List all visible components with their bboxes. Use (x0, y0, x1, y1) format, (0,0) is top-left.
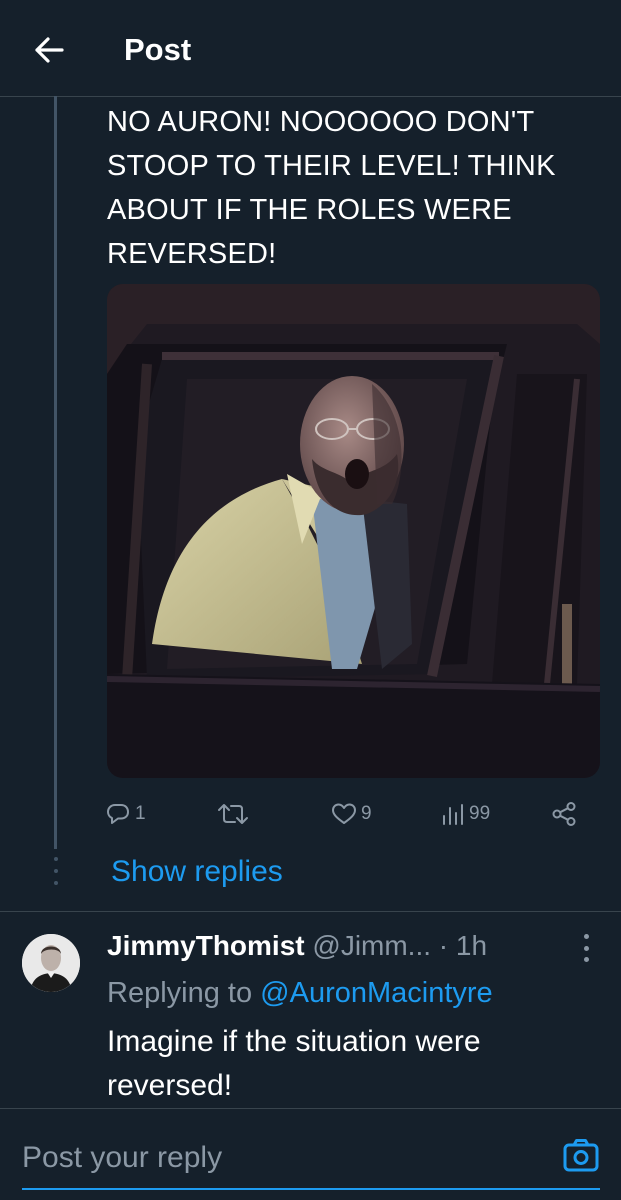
views-button[interactable]: 99 (441, 796, 490, 832)
avatar-photo (22, 934, 80, 992)
reply-icon (107, 804, 129, 824)
reply-button[interactable]: 1 (105, 796, 146, 832)
share-button[interactable] (551, 796, 577, 832)
reply-handle-time: @Jimm... · 1h (312, 930, 488, 961)
replying-to-mention[interactable]: @AuronMacintyre (260, 977, 493, 1009)
camera-icon (563, 1139, 599, 1172)
like-button[interactable]: 9 (331, 796, 372, 832)
heart-icon (332, 803, 356, 824)
post-detail-screen: Post NO AURON! NOOOOOO DON'T STOOP TO TH… (0, 0, 621, 1200)
replying-to-line: Replying to @AuronMacintyre (107, 974, 493, 1012)
more-options-icon[interactable] (578, 934, 594, 962)
reply-input[interactable] (22, 1136, 522, 1180)
divider (0, 911, 621, 912)
reply-author-line: JimmyThomist @Jimm... · 1h (107, 928, 487, 964)
avatar[interactable] (22, 934, 80, 992)
top-bar: Post (0, 0, 621, 97)
reply-author-name[interactable]: JimmyThomist (107, 930, 305, 961)
tweet-action-bar: 1 9 99 (105, 796, 585, 832)
reply-text: Imagine if the situation were reversed! (107, 1025, 481, 1102)
tweet-media-image[interactable] (107, 284, 600, 778)
share-icon (552, 802, 576, 826)
view-count: 99 (469, 803, 491, 824)
page-title: Post (124, 32, 192, 67)
tweet-text: NO AURON! NOOOOOO DON'T STOOP TO THEIR L… (107, 106, 556, 270)
camera-button[interactable] (562, 1138, 600, 1174)
show-replies-link[interactable]: Show replies (111, 852, 283, 892)
reply-count: 1 (135, 803, 146, 824)
media-photo (107, 284, 600, 778)
replying-to-label: Replying to (107, 977, 261, 1009)
composer-focus-underline (22, 1188, 600, 1190)
analytics-icon (443, 804, 463, 825)
back-button[interactable] (24, 28, 74, 72)
arrow-left-icon (35, 37, 64, 63)
repost-button[interactable] (217, 796, 253, 832)
repost-icon (218, 804, 248, 824)
thread-connector-line (54, 96, 57, 849)
like-count: 9 (361, 803, 372, 824)
thread-ellipsis-icon (52, 857, 60, 885)
